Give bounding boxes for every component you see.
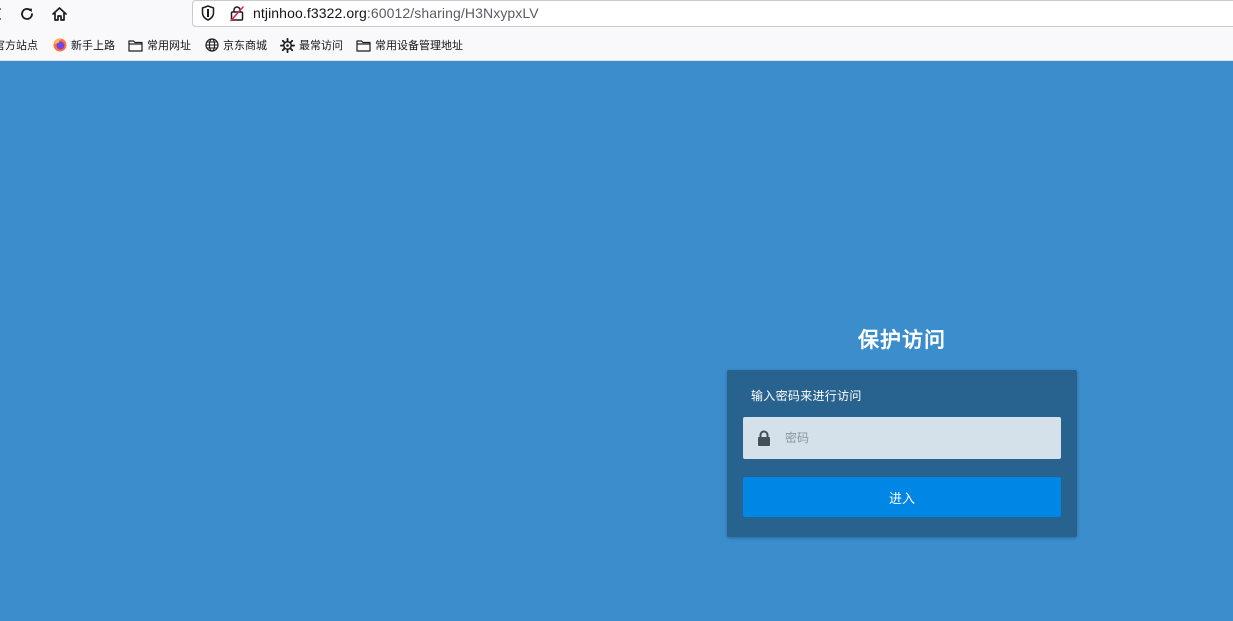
bookmark-common-sites[interactable]: 常用网址	[128, 37, 191, 53]
bookmark-label: 官方站点	[0, 39, 38, 52]
address-bar[interactable]: ntjinhoo.f3322.org:60012/sharing/H3Nxypx…	[192, 0, 1233, 27]
password-field[interactable]	[743, 417, 1061, 459]
url-host: ntjinhoo.f3322.org	[253, 5, 367, 21]
password-input[interactable]	[779, 417, 1049, 459]
reload-icon[interactable]	[15, 2, 39, 26]
bookmark-device-admin[interactable]: 常用设备管理地址	[356, 37, 463, 53]
back-arrow-icon[interactable]	[0, 2, 10, 26]
bookmark-label: 新手上路	[71, 39, 115, 52]
url-text[interactable]: ntjinhoo.f3322.org:60012/sharing/H3Nxypx…	[253, 5, 539, 21]
insecure-lock-icon[interactable]	[229, 5, 245, 26]
lock-icon	[757, 430, 771, 450]
bookmark-official-site[interactable]: 官方站点	[0, 37, 38, 53]
tracking-protection-shield-icon[interactable]	[201, 5, 215, 25]
folder-icon	[356, 38, 371, 52]
bookmark-jd-mall[interactable]: 京东商城	[204, 37, 267, 53]
firefox-icon	[52, 38, 67, 52]
page-title: 保护访问	[858, 328, 946, 352]
bookmark-getting-started[interactable]: 新手上路	[52, 37, 115, 53]
bookmarks-bar: 官方站点 新手上路 常用网址 京东商城	[0, 28, 1233, 61]
bookmark-label: 常用设备管理地址	[375, 39, 463, 52]
folder-icon	[128, 38, 143, 52]
bookmark-label: 京东商城	[223, 39, 267, 52]
password-prompt: 输入密码来进行访问	[751, 389, 862, 403]
browser-toolbar: ntjinhoo.f3322.org:60012/sharing/H3Nxypx…	[0, 0, 1233, 28]
globe-icon	[204, 38, 219, 52]
home-icon[interactable]	[47, 2, 71, 26]
bookmark-label: 最常访问	[299, 39, 343, 52]
password-card: 输入密码来进行访问 进入	[727, 370, 1077, 537]
url-path: :60012/sharing/H3NxypxLV	[366, 5, 539, 21]
enter-button[interactable]: 进入	[743, 477, 1061, 517]
gear-icon	[280, 37, 295, 53]
bookmark-label: 常用网址	[147, 39, 191, 52]
page-background: 保护访问 输入密码来进行访问 进入	[0, 61, 1233, 621]
bookmark-most-visited[interactable]: 最常访问	[280, 37, 343, 53]
